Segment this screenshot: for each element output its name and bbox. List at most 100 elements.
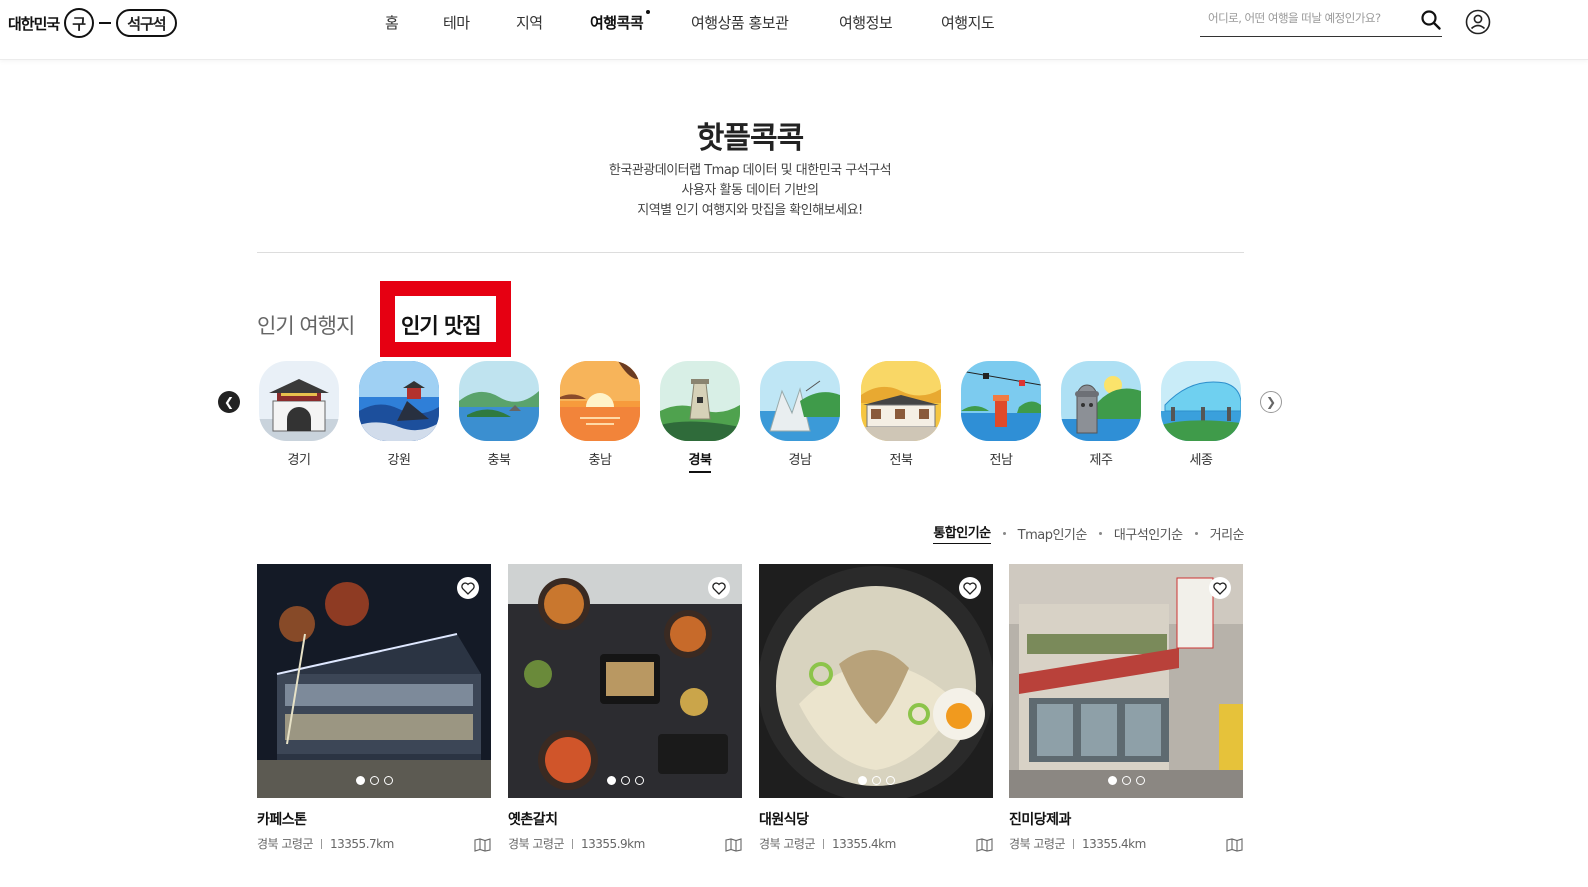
card-meta: 경북 고령군 13355.7km xyxy=(257,835,491,852)
carousel-dot[interactable] xyxy=(885,776,895,785)
card-photo[interactable] xyxy=(257,564,491,798)
header: 대한민국 구 석구석 홈 테마 지역 여행콕콕 여행상품 홍보관 여행정보 여행… xyxy=(0,0,1588,60)
carousel-dot[interactable] xyxy=(634,776,644,785)
card-photo[interactable] xyxy=(508,564,742,798)
sort-integrated[interactable]: 통합인기순 xyxy=(933,522,991,544)
carousel-dot[interactable] xyxy=(1121,776,1131,785)
region-jeonbuk[interactable]: 전북 xyxy=(860,361,942,468)
logo-connector xyxy=(99,22,112,24)
heart-icon[interactable] xyxy=(457,577,479,599)
sort-separator xyxy=(1098,531,1102,535)
restaurant-card[interactable]: 대원식당 경북 고령군 13355.4km xyxy=(759,564,993,852)
highlight-box xyxy=(380,281,511,357)
carousel-prev-button[interactable]: ❮ xyxy=(218,391,240,413)
restaurant-card[interactable]: 옛촌갈치 경북 고령군 13355.9km xyxy=(508,564,742,852)
region-chungnam[interactable]: 충남 xyxy=(559,361,641,468)
region-image xyxy=(1161,361,1241,441)
search-input[interactable] xyxy=(1208,11,1408,25)
sort-options: 통합인기순 Tmap인기순 대구석인기순 거리순 xyxy=(933,522,1245,544)
carousel-dot[interactable] xyxy=(355,776,365,785)
map-icon[interactable] xyxy=(976,838,993,852)
logo-text: 대한민국 xyxy=(8,14,60,33)
nav-item-region[interactable]: 지역 xyxy=(516,12,543,33)
card-photo[interactable] xyxy=(1009,564,1243,798)
region-gyeonggi[interactable]: 경기 xyxy=(258,361,340,468)
nav-item-home[interactable]: 홈 xyxy=(385,12,399,33)
user-icon[interactable] xyxy=(1465,9,1491,35)
card-photo[interactable] xyxy=(759,564,993,798)
card-distance: 13355.7km xyxy=(330,836,394,851)
region-label: 세종 xyxy=(1189,453,1213,468)
carousel-dot[interactable] xyxy=(1135,776,1145,785)
heart-icon[interactable] xyxy=(1209,577,1231,599)
region-gyeongbuk[interactable]: 경북 xyxy=(659,361,741,473)
sort-tmap[interactable]: Tmap인기순 xyxy=(1018,524,1088,543)
map-icon[interactable] xyxy=(1226,838,1243,852)
map-icon[interactable] xyxy=(474,838,491,852)
region-jeju[interactable]: 제주 xyxy=(1060,361,1142,468)
restaurant-card[interactable]: 진미당제과 경북 고령군 13355.4km xyxy=(1009,564,1243,852)
card-title[interactable]: 진미당제과 xyxy=(1009,809,1243,829)
description-line: 지역별 인기 여행지와 맛집을 확인해보세요! xyxy=(637,203,863,218)
meta-separator xyxy=(321,838,323,849)
region-image xyxy=(359,361,439,441)
card-distance: 13355.9km xyxy=(581,836,645,851)
chevron-left-icon: ❮ xyxy=(223,395,235,409)
region-image xyxy=(861,361,941,441)
region-image xyxy=(259,361,339,441)
region-label: 경남 xyxy=(788,453,812,468)
nav-item-product-hall[interactable]: 여행상품 홍보관 xyxy=(691,12,789,33)
new-dot xyxy=(646,10,651,14)
region-image xyxy=(660,361,740,441)
meta-separator xyxy=(823,838,825,849)
meta-separator xyxy=(1073,838,1075,849)
region-image xyxy=(961,361,1041,441)
nav-item-travel-map[interactable]: 여행지도 xyxy=(941,12,995,33)
card-title[interactable]: 대원식당 xyxy=(759,809,993,829)
sort-separator xyxy=(1002,531,1006,535)
region-label: 강원 xyxy=(387,453,411,468)
carousel-dot[interactable] xyxy=(620,776,630,785)
region-jeonnam[interactable]: 전남 xyxy=(960,361,1042,468)
card-location: 경북 고령군 xyxy=(508,837,565,851)
region-label: 전남 xyxy=(989,453,1013,468)
region-image xyxy=(459,361,539,441)
card-distance: 13355.4km xyxy=(832,836,896,851)
region-label: 경기 xyxy=(287,453,311,468)
region-gyeongnam[interactable]: 경남 xyxy=(759,361,841,468)
sort-daeguseok[interactable]: 대구석인기순 xyxy=(1114,524,1183,543)
site-logo[interactable]: 대한민국 구 석구석 xyxy=(8,7,177,39)
map-icon[interactable] xyxy=(725,838,742,852)
carousel-dot[interactable] xyxy=(1107,776,1117,785)
card-location: 경북 고령군 xyxy=(257,837,314,851)
carousel-dot[interactable] xyxy=(383,776,393,785)
region-label: 제주 xyxy=(1089,453,1113,468)
tab-popular-places[interactable]: 인기 여행지 xyxy=(257,310,355,340)
carousel-next-button[interactable]: ❯ xyxy=(1260,391,1282,413)
carousel-dots xyxy=(1009,776,1243,785)
card-title[interactable]: 카페스톤 xyxy=(257,809,491,829)
search-box xyxy=(1200,9,1442,37)
nav-item-travel-info[interactable]: 여행정보 xyxy=(839,12,893,33)
carousel-dot[interactable] xyxy=(369,776,379,785)
heart-icon[interactable] xyxy=(959,577,981,599)
sort-distance[interactable]: 거리순 xyxy=(1210,524,1245,543)
card-meta: 경북 고령군 13355.4km xyxy=(759,835,993,852)
card-location: 경북 고령군 xyxy=(1009,837,1066,851)
region-sejong[interactable]: 세종 xyxy=(1160,361,1242,468)
carousel-dot[interactable] xyxy=(606,776,616,785)
region-label: 충남 xyxy=(588,453,612,468)
region-image xyxy=(1061,361,1141,441)
heart-icon[interactable] xyxy=(708,577,730,599)
logo-pill: 석구석 xyxy=(116,9,177,37)
nav-item-theme[interactable]: 테마 xyxy=(443,12,470,33)
nav-item-travel-kokkok[interactable]: 여행콕콕 xyxy=(590,10,651,33)
region-chungbuk[interactable]: 충북 xyxy=(458,361,540,468)
search-icon[interactable] xyxy=(1420,9,1442,31)
restaurant-card[interactable]: 카페스톤 경북 고령군 13355.7km xyxy=(257,564,491,852)
region-gangwon[interactable]: 강원 xyxy=(358,361,440,468)
card-meta: 경북 고령군 13355.9km xyxy=(508,835,742,852)
card-title[interactable]: 옛촌갈치 xyxy=(508,809,742,829)
carousel-dot[interactable] xyxy=(857,776,867,785)
carousel-dot[interactable] xyxy=(871,776,881,785)
